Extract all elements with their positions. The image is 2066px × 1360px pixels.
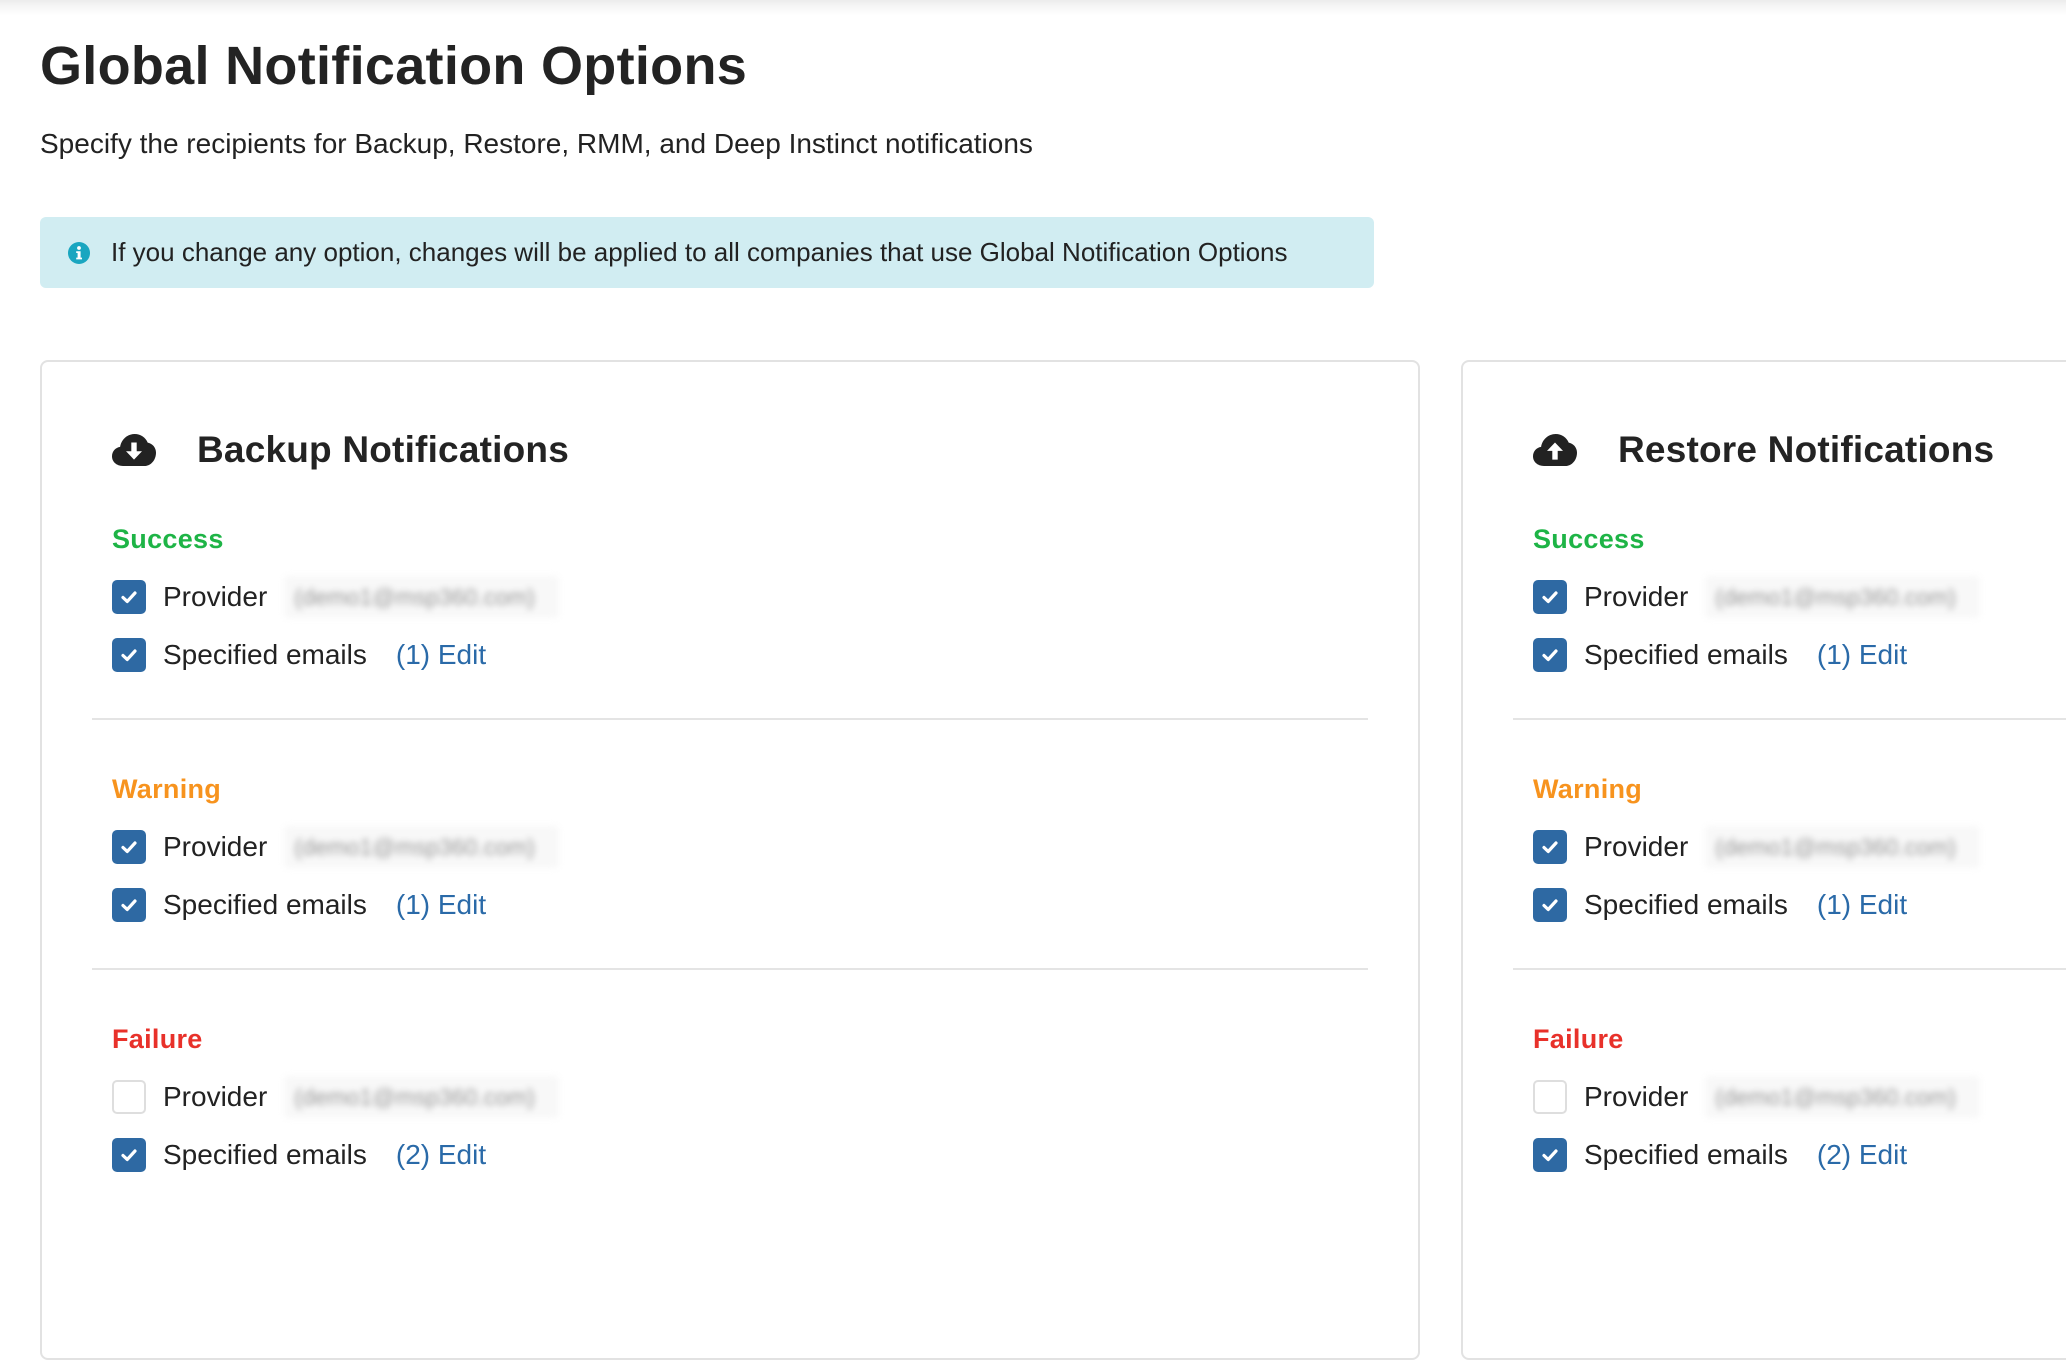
- specified-emails-label: Specified emails: [1584, 889, 1788, 920]
- specified-emails-checkbox[interactable]: [112, 1138, 146, 1172]
- card-heading: Backup Notifications: [42, 425, 1418, 475]
- checkmark-icon: [121, 591, 137, 604]
- success-section: Success Provider (demo1@msp360.com) Spec…: [42, 519, 1418, 679]
- cloud-upload-icon: [1533, 434, 1577, 466]
- provider-checkbox[interactable]: [1533, 1080, 1567, 1114]
- provider-checkbox[interactable]: [1533, 580, 1567, 614]
- section-divider: [92, 718, 1368, 720]
- checkmark-icon: [1542, 899, 1558, 912]
- provider-row: Provider (demo1@msp360.com): [1533, 573, 2066, 621]
- failure-section: Failure Provider (demo1@msp360.com) Spec…: [42, 1019, 1418, 1179]
- provider-row: Provider (demo1@msp360.com): [1533, 1073, 2066, 1121]
- edit-specified-emails-link[interactable]: (1) Edit: [396, 631, 486, 679]
- restore-card-title: Restore Notifications: [1618, 429, 1995, 470]
- provider-email-blurred: (demo1@msp360.com): [284, 1076, 559, 1118]
- card-heading: Restore Notifications: [1463, 425, 2066, 475]
- provider-email-blurred: (demo1@msp360.com): [1705, 1076, 1980, 1118]
- provider-checkbox[interactable]: [1533, 830, 1567, 864]
- edit-specified-emails-link[interactable]: (2) Edit: [396, 1131, 486, 1179]
- failure-section: Failure Provider (demo1@msp360.com) Spec…: [1463, 1019, 2066, 1179]
- provider-email-blurred: (demo1@msp360.com): [1705, 826, 1980, 868]
- checkmark-icon: [1542, 1149, 1558, 1162]
- provider-row: Provider (demo1@msp360.com): [112, 823, 1418, 871]
- backup-card-title: Backup Notifications: [197, 429, 569, 470]
- checkmark-icon: [1542, 649, 1558, 662]
- provider-row: Provider (demo1@msp360.com): [112, 1073, 1418, 1121]
- specified-emails-label: Specified emails: [163, 1139, 367, 1170]
- checkmark-icon: [121, 841, 137, 854]
- success-label: Success: [1533, 524, 1645, 554]
- global-notification-options-page: Global Notification Options Specify the …: [0, 0, 2066, 1360]
- provider-label: Provider: [163, 831, 268, 862]
- page-title: Global Notification Options: [40, 36, 748, 96]
- checkmark-icon: [121, 899, 137, 912]
- section-divider: [92, 968, 1368, 970]
- specified-emails-row: Specified emails (1) Edit: [1533, 881, 2066, 929]
- warning-label: Warning: [112, 774, 222, 804]
- section-divider: [1513, 968, 2066, 970]
- card-sections: Success Provider (demo1@msp360.com) Spec…: [42, 519, 1418, 1179]
- checkmark-icon: [1542, 591, 1558, 604]
- provider-email-blurred: (demo1@msp360.com): [284, 576, 559, 618]
- section-divider: [1513, 718, 2066, 720]
- provider-checkbox[interactable]: [112, 1080, 146, 1114]
- specified-emails-row: Specified emails (1) Edit: [1533, 631, 2066, 679]
- specified-emails-row: Specified emails (2) Edit: [112, 1131, 1418, 1179]
- provider-label: Provider: [1584, 1081, 1689, 1112]
- edit-specified-emails-link[interactable]: (1) Edit: [1817, 631, 1907, 679]
- provider-label: Provider: [163, 581, 268, 612]
- specified-emails-row: Specified emails (2) Edit: [1533, 1131, 2066, 1179]
- provider-checkbox[interactable]: [112, 830, 146, 864]
- notification-cards: Backup Notifications Success Provider (d…: [40, 360, 2066, 1360]
- page-subtitle: Specify the recipients for Backup, Resto…: [40, 128, 1033, 159]
- edit-specified-emails-link[interactable]: (2) Edit: [1817, 1131, 1907, 1179]
- provider-label: Provider: [1584, 581, 1689, 612]
- info-circle-icon: [68, 242, 90, 264]
- specified-emails-row: Specified emails (1) Edit: [112, 881, 1418, 929]
- specified-emails-row: Specified emails (1) Edit: [112, 631, 1418, 679]
- specified-emails-checkbox[interactable]: [112, 638, 146, 672]
- success-label: Success: [112, 524, 224, 554]
- info-banner-text: If you change any option, changes will b…: [111, 237, 1288, 267]
- success-section: Success Provider (demo1@msp360.com) Spec…: [1463, 519, 2066, 679]
- restore-notifications-card: Restore Notifications Success Provider (…: [1461, 360, 2066, 1360]
- card-sections: Success Provider (demo1@msp360.com) Spec…: [1463, 519, 2066, 1179]
- provider-label: Provider: [163, 1081, 268, 1112]
- warning-label: Warning: [1533, 774, 1643, 804]
- checkmark-icon: [121, 1149, 137, 1162]
- specified-emails-checkbox[interactable]: [112, 888, 146, 922]
- provider-email-blurred: (demo1@msp360.com): [284, 826, 559, 868]
- provider-label: Provider: [1584, 831, 1689, 862]
- specified-emails-label: Specified emails: [1584, 639, 1788, 670]
- provider-checkbox[interactable]: [112, 580, 146, 614]
- specified-emails-label: Specified emails: [163, 889, 367, 920]
- edit-specified-emails-link[interactable]: (1) Edit: [396, 881, 486, 929]
- specified-emails-checkbox[interactable]: [1533, 638, 1567, 672]
- backup-notifications-card: Backup Notifications Success Provider (d…: [40, 360, 1420, 1360]
- provider-row: Provider (demo1@msp360.com): [1533, 823, 2066, 871]
- specified-emails-checkbox[interactable]: [1533, 888, 1567, 922]
- warning-section: Warning Provider (demo1@msp360.com) Spec…: [1463, 769, 2066, 929]
- checkmark-icon: [121, 649, 137, 662]
- checkmark-icon: [1542, 841, 1558, 854]
- specified-emails-checkbox[interactable]: [1533, 1138, 1567, 1172]
- failure-label: Failure: [112, 1024, 203, 1054]
- info-banner: If you change any option, changes will b…: [40, 217, 1374, 288]
- edit-specified-emails-link[interactable]: (1) Edit: [1817, 881, 1907, 929]
- provider-email-blurred: (demo1@msp360.com): [1705, 576, 1980, 618]
- cloud-download-icon: [112, 434, 156, 466]
- specified-emails-label: Specified emails: [163, 639, 367, 670]
- provider-row: Provider (demo1@msp360.com): [112, 573, 1418, 621]
- warning-section: Warning Provider (demo1@msp360.com) Spec…: [42, 769, 1418, 929]
- specified-emails-label: Specified emails: [1584, 1139, 1788, 1170]
- failure-label: Failure: [1533, 1024, 1624, 1054]
